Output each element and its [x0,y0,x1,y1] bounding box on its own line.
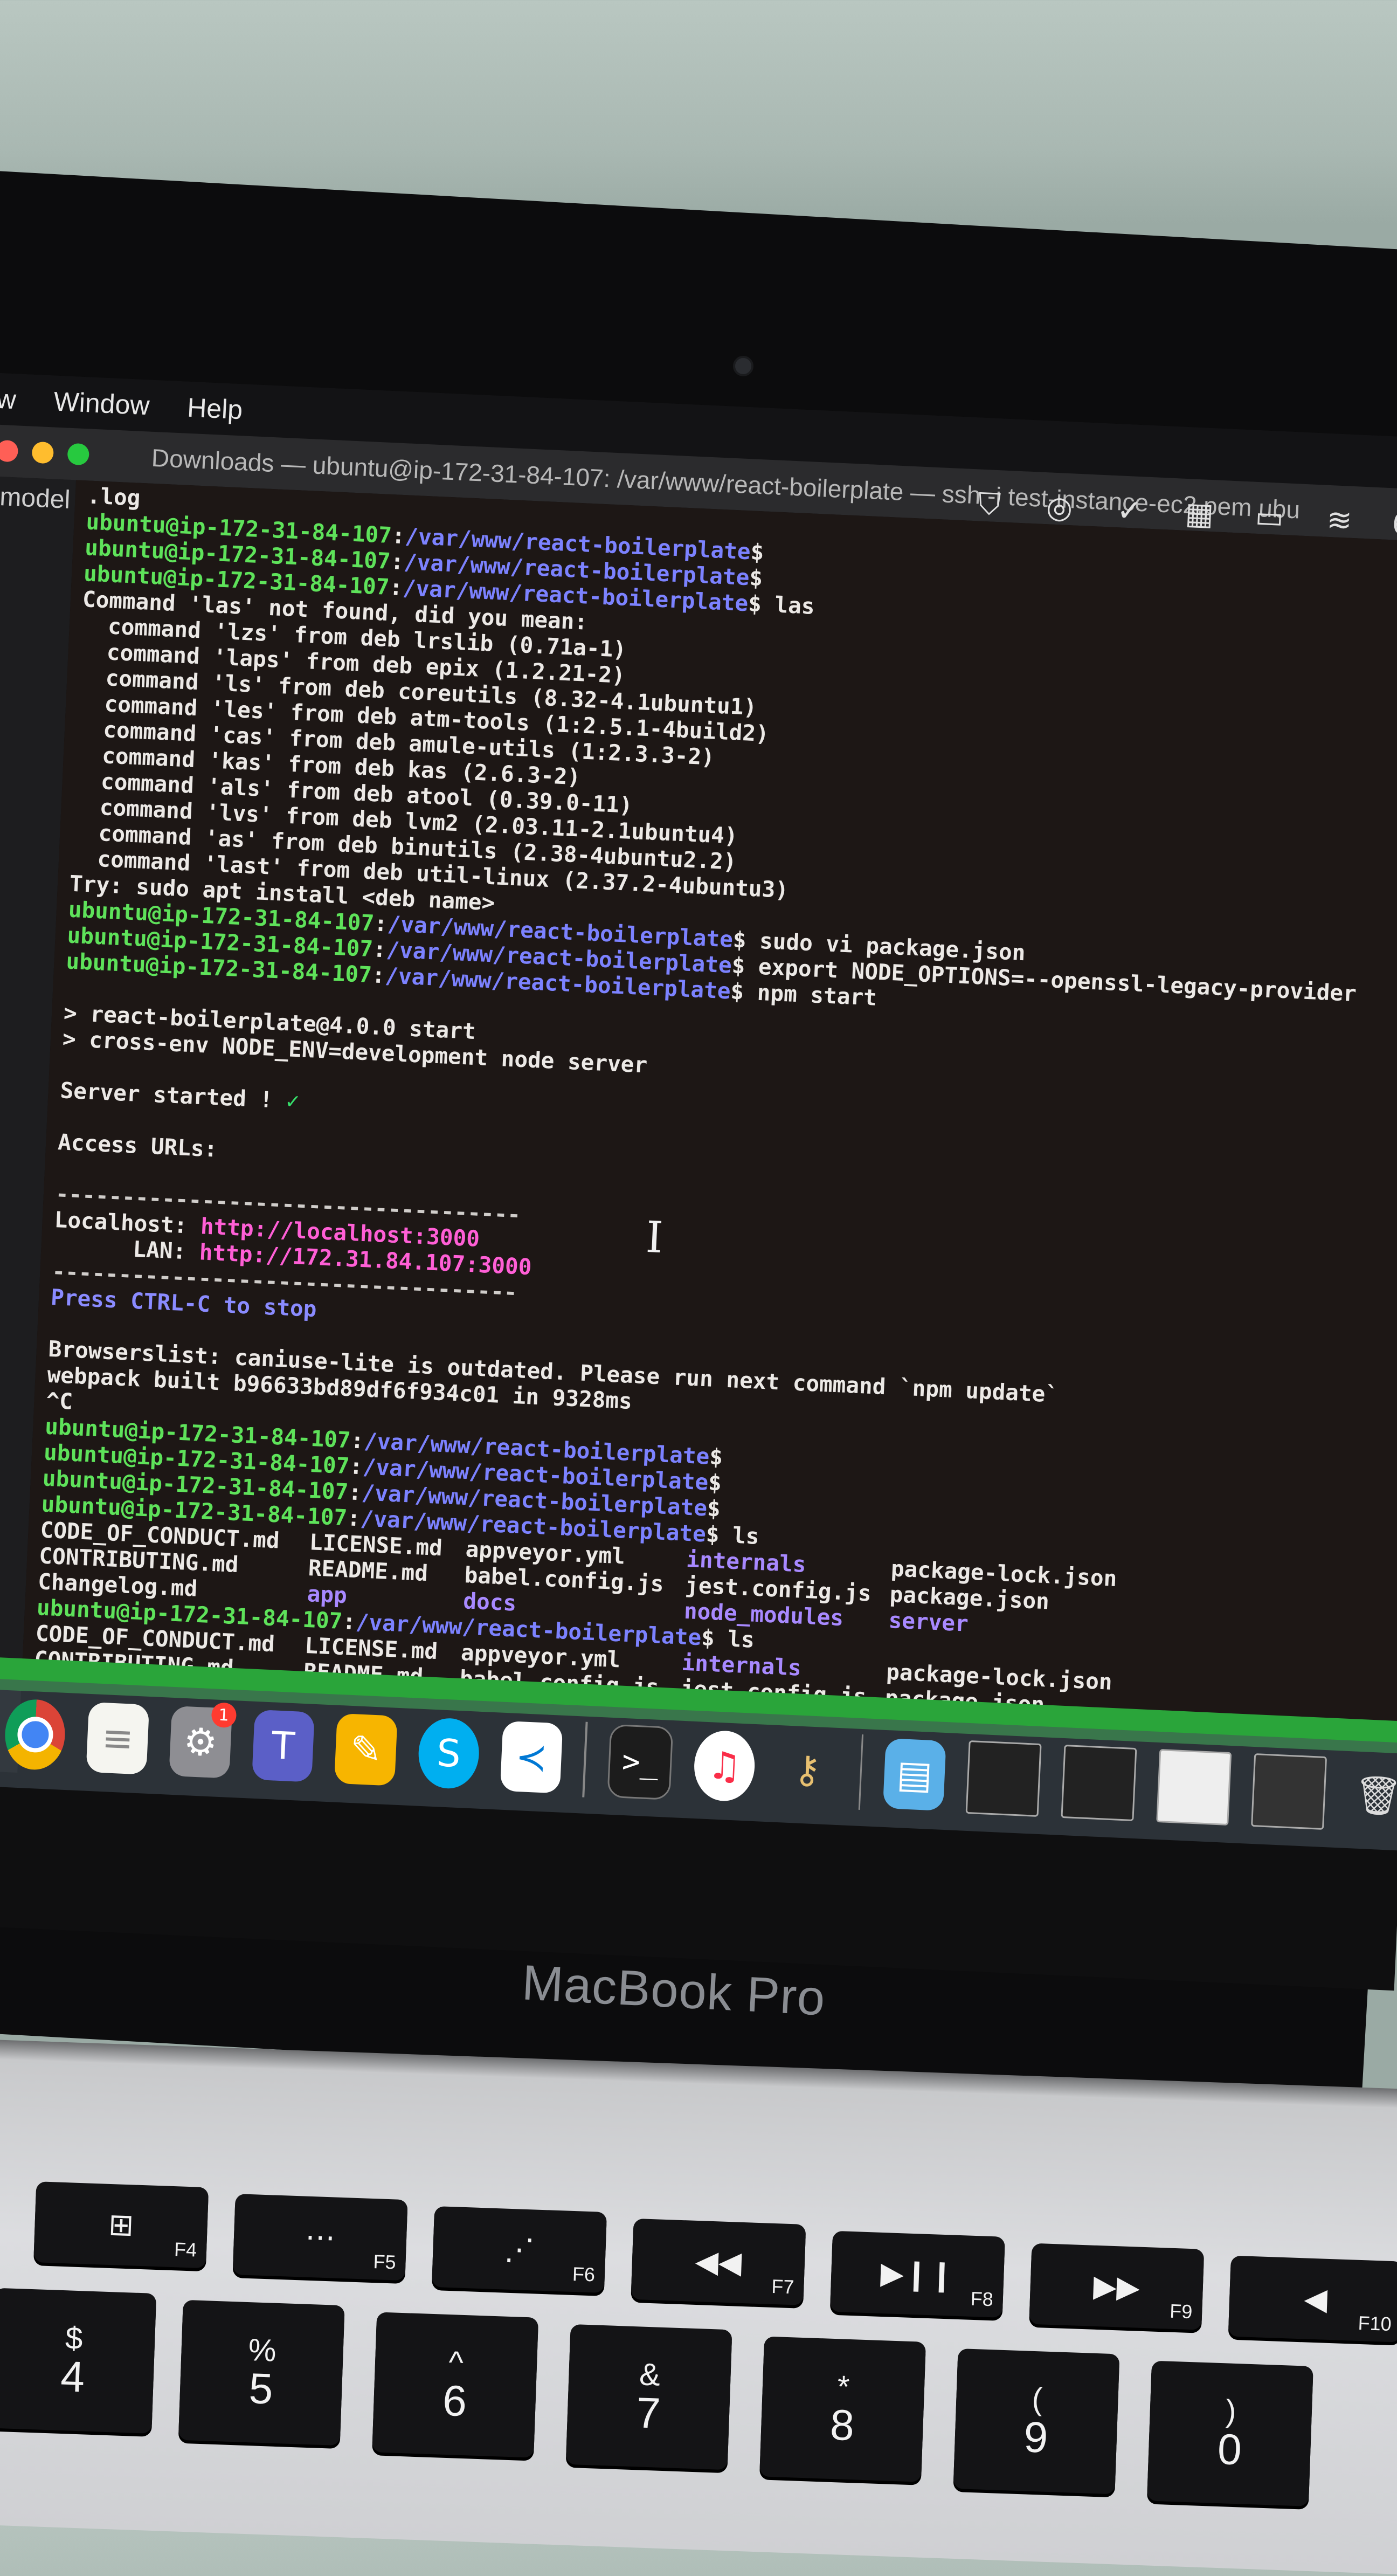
zoom-button[interactable] [67,443,90,466]
window-thumbnail-1[interactable] [965,1740,1042,1817]
menu-window-partial[interactable]: w [0,383,17,416]
dock-separator [858,1734,864,1810]
key-f7[interactable]: ◀◀ F7 [631,2218,806,2305]
terminal-output[interactable]: .log ubuntu@ip-172-31-84-107:/var/www/re… [22,480,1397,1729]
close-button[interactable] [0,439,19,463]
system-preferences-icon[interactable]: ⚙ 1 [169,1702,237,1779]
check-badge-icon[interactable]: ✓ [1110,493,1149,528]
text-cursor-icon: I [645,1211,665,1263]
trash-icon[interactable]: 🗑 [1346,1759,1397,1832]
terminal-icon[interactable]: >_ [607,1724,674,1800]
vscode-icon[interactable]: ≺ [500,1720,563,1794]
check-icon: ✓ [285,1087,300,1114]
downloads-folder-icon[interactable]: ▤ [883,1738,946,1811]
key-f9[interactable]: ▶▶ F9 [1029,2243,1205,2330]
key-f10[interactable]: ◀ F10 [1228,2255,1397,2343]
menu-help[interactable]: Help [186,392,243,426]
keyboard-deck: ⊞ F4 ⋯ F5 ⋰ F6 ◀◀ F7 ▶❙❙ F8 ▶▶ F9 ◀ F10 $4 % 5 ^… [0,2039,1397,2576]
browser-url-fragment: /?model [0,481,71,514]
key-0[interactable]: ) 0 [1146,2360,1313,2506]
battery-icon[interactable]: ▭ [1250,499,1289,534]
keychain-icon[interactable]: ⚷ [776,1733,839,1806]
menu-window[interactable]: Window [53,385,150,421]
webcam [733,356,753,376]
key-8[interactable]: * 8 [759,2336,926,2482]
window-thumbnail-3[interactable] [1156,1749,1232,1826]
notes-icon[interactable]: ≡ [86,1702,150,1775]
calendar-icon[interactable]: ▦ [1180,496,1219,531]
key-f6[interactable]: ⋰ F6 [432,2206,607,2293]
key-f5[interactable]: ⋯ F5 [232,2194,408,2281]
chrome-icon[interactable] [3,1698,67,1771]
battery-percent: 63 [1392,505,1397,541]
key-4[interactable]: $4 [0,2288,157,2434]
window-thumbnail-2[interactable] [1061,1744,1137,1821]
key-6[interactable]: ^ 6 [372,2312,539,2458]
pencil-icon[interactable]: ✎ [334,1713,398,1786]
key-9[interactable]: (9 [953,2348,1120,2495]
dock-separator [582,1721,588,1797]
skype-icon[interactable]: S [417,1717,481,1790]
key-5[interactable]: % 5 [178,2299,345,2446]
key-f8[interactable]: ▶❙❙ F8 [829,2230,1005,2318]
key-f4[interactable]: ⊞ F4 [33,2181,209,2269]
wifi-icon[interactable]: ≋ [1320,502,1359,538]
sync-icon[interactable]: ◎ [1040,490,1079,525]
key-7[interactable]: & 7 [565,2324,732,2470]
music-icon[interactable]: ♫ [693,1729,757,1802]
minimize-button[interactable] [31,441,54,464]
photo-scene: w Window Help cc /?model Downloads — ubu… [0,0,1397,2576]
window-thumbnail-4[interactable] [1251,1753,1327,1830]
teams-icon[interactable]: T [251,1709,315,1782]
laptop-screen: w Window Help cc /?model Downloads — ubu… [0,372,1397,1991]
shield-icon[interactable]: ⛉ [970,486,1009,521]
notification-badge: 1 [211,1702,237,1728]
